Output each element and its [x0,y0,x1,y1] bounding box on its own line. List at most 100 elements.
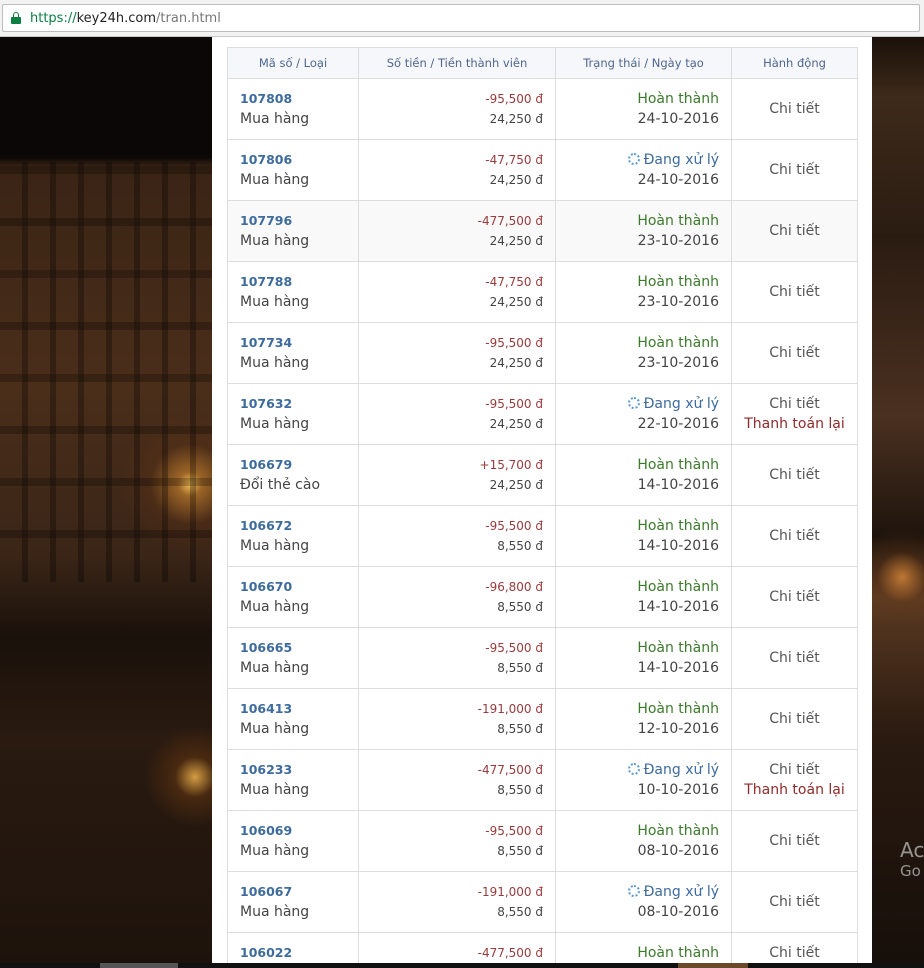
amount-value: -477,500 đ [477,946,543,960]
transaction-id-link[interactable]: 106679 [240,455,358,475]
status-text: Hoàn thành [637,640,719,656]
created-date: 14-10-2016 [637,538,719,554]
transaction-id-link[interactable]: 106067 [240,882,358,902]
transaction-id-link[interactable]: 106022 [240,943,358,963]
table-row: 107788 Mua hàng -47,750 đ 24,250 đ Hoàn thàn… [227,261,858,323]
transaction-id-link[interactable]: 106672 [240,516,358,536]
detail-link[interactable]: Chi tiết [732,892,857,912]
amount-value: -47,750 đ [485,153,543,167]
cell-id-type: 106069 Mua hàng [227,810,359,872]
table-row: 106670 Mua hàng -96,800 đ 8,550 đ Hoàn thành… [227,566,858,628]
cell-id-type: 106670 Mua hàng [227,566,359,628]
cell-action: Chi tiết Thanh toán lại [731,749,858,811]
cell-id-type: 106413 Mua hàng [227,688,359,750]
cell-status: Hoàn thành 23-10-2016 [555,200,732,262]
cell-status: Hoàn thành 14-10-2016 [555,627,732,689]
activation-watermark: Ac Go [900,838,924,880]
transaction-type: Mua hàng [240,599,310,615]
cell-action: Chi tiết [731,200,858,262]
detail-link[interactable]: Chi tiết [732,160,857,180]
transaction-id-link[interactable]: 106069 [240,821,358,841]
status-text: Đang xử lý [643,152,719,168]
cell-id-type: 107632 Mua hàng [227,383,359,445]
status-label: Đang xử lý [556,150,719,170]
table-header-row: Mã số / Loại Số tiền / Tiền thành viên T… [227,47,858,79]
cell-amount: -477,500 đ 8,550 đ [358,749,556,811]
transaction-id-link[interactable]: 106233 [240,760,358,780]
transaction-id-link[interactable]: 107734 [240,333,358,353]
transaction-id-link[interactable]: 106665 [240,638,358,658]
detail-link[interactable]: Chi tiết [732,587,857,607]
transaction-id-link[interactable]: 107788 [240,272,358,292]
detail-link[interactable]: Chi tiết [732,943,857,963]
cell-amount: -191,000 đ 8,550 đ [358,871,556,933]
transaction-id-link[interactable]: 106670 [240,577,358,597]
cell-status: Đang xử lý 08-10-2016 [555,871,732,933]
detail-link[interactable]: Chi tiết [732,526,857,546]
transaction-id-link[interactable]: 106413 [240,699,358,719]
cell-amount: -95,500 đ 24,250 đ [358,383,556,445]
url-input[interactable]: https://key24h.com/tran.html [2,4,920,32]
detail-link[interactable]: Chi tiết [732,831,857,851]
cell-amount: -95,500 đ 24,250 đ [358,322,556,384]
transaction-id-link[interactable]: 107806 [240,150,358,170]
created-date: 22-10-2016 [637,416,719,432]
status-text: Hoàn thành [637,213,719,229]
cell-action: Chi tiết Thanh toán lại [731,383,858,445]
transaction-type: Mua hàng [240,721,310,737]
table-row: 107796 Mua hàng -477,500 đ 24,250 đ Hoàn thà… [227,200,858,262]
status-text: Hoàn thành [637,579,719,595]
cell-action: Chi tiết [731,78,858,140]
detail-link[interactable]: Chi tiết [732,99,857,119]
detail-link[interactable]: Chi tiết [732,709,857,729]
spinner-icon [627,763,640,775]
amount-value: -95,500 đ [485,824,543,838]
url-host: key24h.com [76,10,157,26]
taskbar-edge [0,963,924,968]
cell-status: Đang xử lý 22-10-2016 [555,383,732,445]
cell-action: Chi tiết [731,871,858,933]
member-balance: 8,550 đ [497,539,543,553]
header-action: Hành động [731,47,858,79]
status-text: Đang xử lý [643,762,719,778]
transaction-id-link[interactable]: 107808 [240,89,358,109]
table-row: 107632 Mua hàng -95,500 đ 24,250 đ Đang xử l… [227,383,858,445]
table-row: 106679 Đổi thẻ cào +15,700 đ 24,250 đ Hoàn t… [227,444,858,506]
watermark-line-2: Go [900,862,921,880]
cell-status: Hoàn thành 23-10-2016 [555,322,732,384]
status-text: Hoàn thành [637,91,719,107]
status-text: Hoàn thành [637,274,719,290]
member-balance: 8,550 đ [497,661,543,675]
created-date: 14-10-2016 [637,599,719,615]
member-balance: 8,550 đ [497,783,543,797]
repay-link[interactable]: Thanh toán lại [732,414,857,434]
detail-link[interactable]: Chi tiết [732,343,857,363]
detail-link[interactable]: Chi tiết [732,221,857,241]
member-balance: 8,550 đ [497,600,543,614]
cell-status: Hoàn thành 14-10-2016 [555,566,732,628]
status-text: Hoàn thành [637,335,719,351]
status-label: Hoàn thành [556,272,719,292]
cell-status: Hoàn thành 23-10-2016 [555,261,732,323]
transaction-type: Mua hàng [240,233,310,249]
created-date: 12-10-2016 [637,721,719,737]
detail-link[interactable]: Chi tiết [732,760,857,780]
table-row: 106665 Mua hàng -95,500 đ 8,550 đ Hoàn thành… [227,627,858,689]
member-balance: 24,250 đ [489,295,543,309]
detail-link[interactable]: Chi tiết [732,394,857,414]
status-label: Hoàn thành [556,699,719,719]
repay-link[interactable]: Thanh toán lại [732,780,857,800]
detail-link[interactable]: Chi tiết [732,648,857,668]
transaction-id-link[interactable]: 107796 [240,211,358,231]
detail-link[interactable]: Chi tiết [732,282,857,302]
transaction-id-link[interactable]: 107632 [240,394,358,414]
amount-value: -191,000 đ [477,702,543,716]
status-label: Hoàn thành [556,638,719,658]
transaction-type: Mua hàng [240,294,310,310]
amount-value: -191,000 đ [477,885,543,899]
amount-value: -95,500 đ [485,641,543,655]
cell-amount: -96,800 đ 8,550 đ [358,566,556,628]
detail-link[interactable]: Chi tiết [732,465,857,485]
table-row: 106413 Mua hàng -191,000 đ 8,550 đ Hoàn thàn… [227,688,858,750]
status-label: Hoàn thành [556,333,719,353]
